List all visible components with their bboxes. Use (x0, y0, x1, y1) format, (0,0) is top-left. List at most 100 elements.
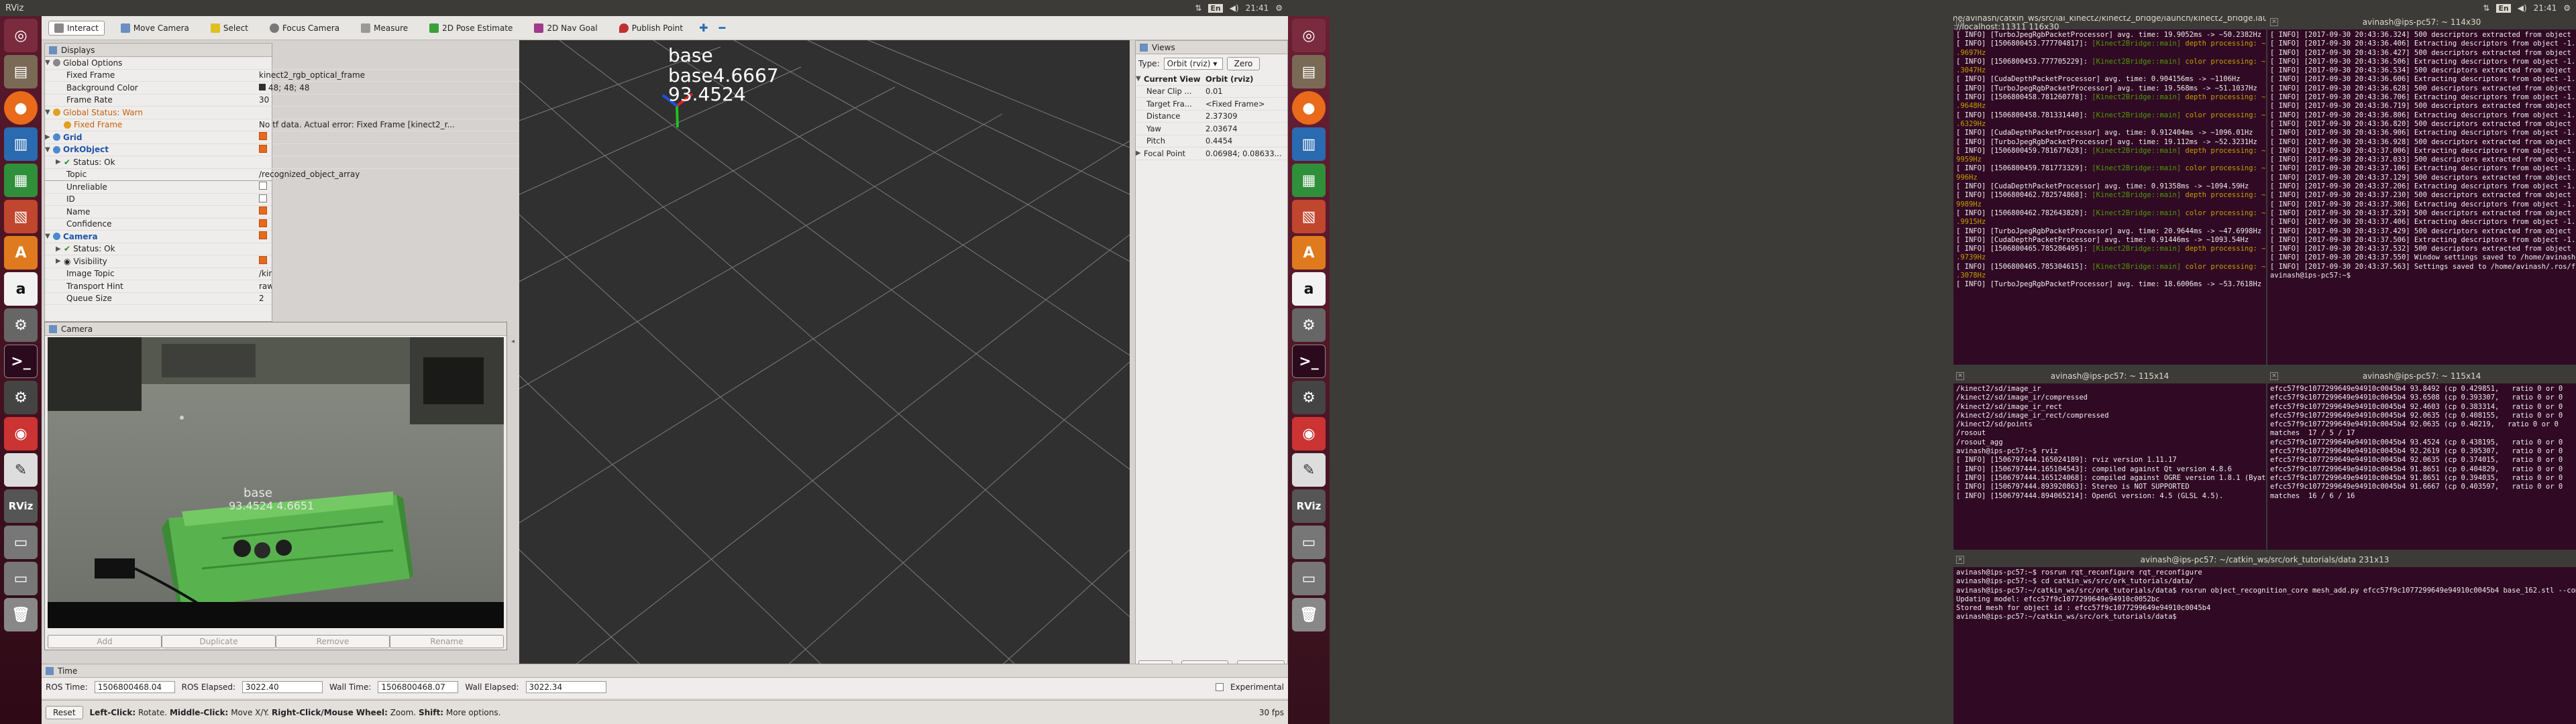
dash-icon[interactable]: ◎ (1292, 19, 1326, 52)
close-icon[interactable]: ✕ (1956, 556, 1964, 564)
trash-icon[interactable]: 🗑 (1292, 598, 1326, 631)
sort-icon[interactable]: ⇅ (2483, 3, 2489, 13)
tree-row[interactable]: Pitch 0.4454 (1136, 135, 1287, 147)
caret-right-icon[interactable]: ▶ (56, 245, 64, 253)
measure-tool[interactable]: Measure (356, 21, 413, 35)
experimental-checkbox[interactable] (1215, 683, 1224, 691)
caret-down-icon[interactable]: ▼ (45, 233, 53, 240)
grid-checkbox[interactable] (259, 132, 267, 141)
caret-down-icon[interactable]: ▼ (45, 109, 53, 116)
tree-row[interactable]: Confidence (45, 219, 272, 231)
firefox-icon[interactable]: ● (4, 91, 38, 125)
editor-icon[interactable]: ✎ (4, 453, 38, 487)
camera-checkbox[interactable] (259, 231, 267, 240)
tree-row[interactable]: Name (45, 206, 272, 219)
add-tool-icon[interactable]: ✚ (699, 21, 708, 34)
focus-camera-tool[interactable]: Focus Camera (264, 21, 345, 35)
terminal-ork-data[interactable]: ✕ avinash@ips-pc57: ~/catkin_ws/src/ork_t… (1953, 554, 2576, 724)
volume-icon[interactable]: ◀) (1230, 3, 1239, 13)
volume-icon[interactable]: ◀) (2518, 3, 2527, 13)
calc-icon[interactable]: ▦ (1292, 164, 1326, 197)
remove-tool-icon[interactable]: ━ (719, 21, 726, 34)
tree-row[interactable]: ID (45, 194, 272, 206)
3d-viewport[interactable]: base base4.6667 93.4524 (519, 40, 1130, 677)
terminal-icon[interactable]: >_ (1292, 345, 1326, 378)
ros-elapsed-field[interactable]: 3022.40 (242, 681, 323, 693)
caret-right-icon[interactable]: ▶ (56, 257, 64, 265)
drive-icon-2[interactable]: ▭ (1292, 562, 1326, 595)
id-checkbox[interactable] (259, 194, 267, 202)
software-center-icon[interactable]: A (4, 236, 38, 269)
tree-row[interactable]: ▶ Focal Point 0.06984; 0.08633... (1136, 147, 1287, 160)
amazon-icon[interactable]: a (4, 272, 38, 306)
ros-time-field[interactable]: 1506800468.04 (94, 681, 175, 693)
nav-goal-tool[interactable]: 2D Nav Goal (529, 21, 602, 35)
terminal-recognition[interactable]: ✕ avinash@ips-pc57: ~ 115x14 efcc57f9c107… (2267, 370, 2576, 550)
confidence-checkbox[interactable] (259, 219, 267, 227)
interact-tool[interactable]: Interact (48, 20, 105, 36)
move-camera-tool[interactable]: Move Camera (115, 21, 195, 35)
terminal-rviz[interactable]: ✕ avinash@ips-pc57: ~ 115x14 /kinect2/sd/… (1953, 370, 2266, 550)
duplicate-display-button[interactable]: Duplicate (162, 635, 276, 648)
tree-row[interactable]: Queue Size 2 (45, 293, 272, 305)
ros-icon[interactable]: ◉ (4, 417, 38, 450)
settings-icon-2[interactable]: ⚙ (1292, 381, 1326, 414)
pose-estimate-tool[interactable]: 2D Pose Estimate (424, 21, 518, 35)
color-swatch[interactable] (259, 83, 266, 90)
caret-right-icon[interactable]: ▶ (56, 158, 64, 166)
terminal-kinect2-bridge[interactable]: ✕/home/avinash/catkin_ws/src/iai_kinect2… (1953, 16, 2266, 365)
remove-display-button[interactable]: Remove (276, 635, 390, 648)
clock-2[interactable]: 21:41 (2534, 3, 2557, 13)
settings-icon[interactable]: ⚙ (4, 308, 38, 342)
add-display-button[interactable]: Add (48, 635, 162, 648)
rviz-icon[interactable]: RViz (4, 489, 38, 523)
ros-icon[interactable]: ◉ (1292, 417, 1326, 450)
caret-right-icon[interactable]: ▶ (45, 133, 53, 141)
select-tool[interactable]: Select (205, 21, 254, 35)
tree-row[interactable]: Image Topic/kinect2/qhd/image_color_rect (45, 268, 272, 280)
reset-button[interactable]: Reset (46, 705, 83, 719)
terminal-find-object[interactable]: ✕ avinash@ips-pc57: ~ 114x30 [ INFO] [201… (2267, 16, 2576, 365)
orkobject-checkbox[interactable] (259, 144, 267, 153)
tree-row[interactable]: Unreliable (45, 181, 272, 194)
impress-icon[interactable]: ▧ (1292, 200, 1326, 233)
firefox-icon[interactable]: ● (1292, 91, 1326, 125)
caret-right-icon[interactable]: ▶ (1136, 149, 1144, 157)
visibility-checkbox[interactable] (259, 256, 267, 265)
publish-point-tool[interactable]: Publish Point (614, 21, 688, 35)
settings-icon-2[interactable]: ⚙ (4, 381, 38, 414)
tree-row[interactable]: ▼ Current View Orbit (rviz) (1136, 73, 1287, 86)
close-icon[interactable]: ✕ (2270, 18, 2278, 26)
caret-down-icon[interactable]: ▼ (45, 59, 53, 66)
tree-row[interactable]: ▼ Camera (45, 231, 272, 243)
name-checkbox[interactable] (259, 206, 267, 215)
keyboard-layout-icon[interactable]: En (1208, 3, 1223, 13)
terminal-icon[interactable]: >_ (4, 345, 38, 378)
drive-icon[interactable]: ▭ (4, 526, 38, 559)
splitter-handle[interactable]: ◂ (511, 338, 515, 345)
impress-icon[interactable]: ▧ (4, 200, 38, 233)
power-icon[interactable]: ⚙ (2563, 3, 2571, 13)
tree-row[interactable]: Distance 2.37309 (1136, 111, 1287, 123)
amazon-icon[interactable]: a (1292, 272, 1326, 306)
tree-row[interactable]: ▶ ◉ Visibility (45, 255, 272, 268)
caret-down-icon[interactable]: ▼ (45, 146, 53, 154)
camera-image[interactable]: base 93.4524 4.6651 (48, 337, 504, 628)
tree-row[interactable]: Transport Hint raw (45, 280, 272, 293)
trash-icon[interactable]: 🗑 (4, 598, 38, 631)
files-icon[interactable]: ▤ (4, 55, 38, 88)
tree-row[interactable]: Near Clip ... 0.01 (1136, 86, 1287, 98)
software-center-icon[interactable]: A (1292, 236, 1326, 269)
unreliable-checkbox[interactable] (259, 182, 267, 190)
view-type-select[interactable]: Orbit (rviz) ▾ (1163, 58, 1223, 70)
writer-icon[interactable]: ▥ (1292, 127, 1326, 161)
files-icon[interactable]: ▤ (1292, 55, 1326, 88)
clock[interactable]: 21:41 (1246, 3, 1269, 13)
wall-time-field[interactable]: 1506800468.07 (378, 681, 459, 693)
calc-icon[interactable]: ▦ (4, 164, 38, 197)
drive-icon-2[interactable]: ▭ (4, 562, 38, 595)
rename-display-button[interactable]: Rename (390, 635, 504, 648)
wall-elapsed-field[interactable]: 3022.34 (525, 681, 606, 693)
zero-button[interactable]: Zero (1226, 57, 1260, 70)
rviz-icon[interactable]: RViz (1292, 489, 1326, 523)
